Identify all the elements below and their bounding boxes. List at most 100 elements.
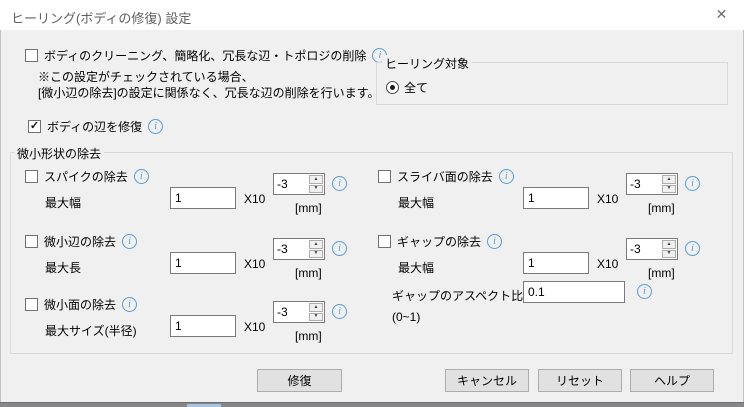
mm-label: [mm] — [295, 201, 322, 215]
x10-label: X10 — [244, 320, 265, 334]
gap-aspect-range-label: (0~1) — [392, 310, 420, 324]
title-bar: ヒーリング(ボディの修復) 設定 ✕ — [0, 0, 744, 30]
sliver-face-max-width-input[interactable] — [523, 187, 589, 209]
micro-face-checkbox-row: 微小面の除去 i — [25, 296, 137, 313]
micro-edge-checkbox-row: 微小辺の除去 i — [25, 233, 137, 250]
spinner-buttons: ▲ ▼ — [661, 174, 677, 194]
healing-target-all-row: 全て — [386, 79, 428, 96]
param-block-micro-edge: 微小辺の除去 i 最大長 X10 ▲ ▼ i [mm] — [25, 233, 355, 281]
sliver-face-exponent-spinner: ▲ ▼ — [626, 173, 678, 195]
micro-edge-exponent-input[interactable] — [274, 239, 308, 259]
micro-edge-checkbox[interactable] — [25, 235, 38, 248]
background-window-edge — [0, 402, 744, 407]
spin-up-button[interactable]: ▲ — [309, 303, 323, 312]
cleaning-checkbox[interactable] — [25, 49, 38, 62]
close-button[interactable]: ✕ — [699, 0, 744, 29]
info-icon[interactable]: i — [637, 284, 652, 299]
spike-max-width-input[interactable] — [170, 187, 236, 209]
param-block-gap: ギャップの除去 i 最大幅 X10 ▲ ▼ i [mm] — [378, 233, 708, 281]
cancel-button[interactable]: キャンセル — [445, 369, 529, 392]
close-icon: ✕ — [716, 6, 728, 23]
micro-face-max-size-input[interactable] — [170, 315, 236, 337]
micro-shape-group-title: 微小形状の除去 — [14, 145, 104, 162]
healing-target-group-title: ヒーリング対象 — [382, 55, 472, 72]
repair-edges-checkbox-row: ✓ ボディの辺を修復 i — [28, 118, 163, 135]
info-icon[interactable]: i — [148, 119, 163, 134]
spin-down-button[interactable]: ▼ — [309, 185, 323, 194]
radio-all[interactable] — [386, 81, 399, 94]
x10-label: X10 — [244, 192, 265, 206]
info-icon[interactable]: i — [332, 304, 347, 319]
spinner-buttons: ▲ ▼ — [308, 239, 324, 259]
spike-checkbox-label: スパイクの除去 — [44, 168, 128, 185]
gap-checkbox[interactable] — [378, 235, 391, 248]
radio-all-label: 全て — [404, 79, 428, 96]
repair-edges-checkbox[interactable]: ✓ — [28, 120, 41, 133]
spinner-buttons: ▲ ▼ — [661, 239, 677, 259]
spike-exponent-spinner: ▲ ▼ — [273, 173, 325, 195]
gap-checkbox-row: ギャップの除去 i — [378, 233, 502, 250]
info-icon[interactable]: i — [499, 169, 514, 184]
spin-up-button[interactable]: ▲ — [309, 240, 323, 249]
micro-face-checkbox[interactable] — [25, 298, 38, 311]
gap-exponent-spinner: ▲ ▼ — [626, 238, 678, 260]
help-button[interactable]: ヘルプ — [630, 369, 714, 392]
radio-dot — [390, 85, 395, 90]
mm-label: [mm] — [295, 329, 322, 343]
micro-edge-exponent-spinner: ▲ ▼ — [273, 238, 325, 260]
spike-exponent-input[interactable] — [274, 174, 308, 194]
spin-down-button[interactable]: ▼ — [309, 313, 323, 322]
spinner-buttons: ▲ ▼ — [308, 302, 324, 322]
x10-label: X10 — [597, 192, 618, 206]
spinner-buttons: ▲ ▼ — [308, 174, 324, 194]
x10-label: X10 — [244, 257, 265, 271]
micro-edge-param-label: 最大長 — [45, 259, 81, 276]
param-block-micro-face: 微小面の除去 i 最大サイズ(半径) X10 ▲ ▼ i [mm] — [25, 296, 355, 344]
sliver-face-checkbox[interactable] — [378, 170, 391, 183]
dialog-title: ヒーリング(ボディの修復) 設定 — [11, 8, 191, 27]
cleaning-checkbox-row: ボディのクリーニング、簡略化、冗長な辺・トポロジの削除 i — [25, 47, 387, 64]
micro-face-checkbox-label: 微小面の除去 — [44, 296, 116, 313]
info-icon[interactable]: i — [332, 176, 347, 191]
cleaning-checkbox-label: ボディのクリーニング、簡略化、冗長な辺・トポロジの削除 — [44, 47, 366, 64]
spin-down-button[interactable]: ▼ — [309, 250, 323, 259]
cleaning-note-line1: ※この設定がチェックされている場合、 — [38, 68, 254, 85]
param-block-spike: スパイクの除去 i 最大幅 X10 ▲ ▼ i [mm] — [25, 168, 355, 216]
repair-edges-label: ボディの辺を修復 — [47, 118, 142, 135]
check-icon: ✓ — [30, 121, 39, 132]
info-icon[interactable]: i — [487, 234, 502, 249]
sliver-face-exponent-input[interactable] — [627, 174, 661, 194]
spin-down-button[interactable]: ▼ — [662, 250, 676, 259]
gap-max-width-input[interactable] — [523, 252, 589, 274]
reset-button[interactable]: リセット — [538, 369, 622, 392]
spin-down-button[interactable]: ▼ — [662, 185, 676, 194]
info-icon[interactable]: i — [122, 234, 137, 249]
info-icon[interactable]: i — [685, 241, 700, 256]
micro-edge-max-length-input[interactable] — [170, 252, 236, 274]
cleaning-note-line2: [微小辺の除去]の設定に関係なく、冗長な辺の削除を行います。 — [38, 84, 379, 101]
healing-settings-dialog: ヒーリング(ボディの修復) 設定 ✕ ボディのクリーニング、簡略化、冗長な辺・ト… — [0, 0, 744, 407]
gap-aspect-label: ギャップのアスペクト比 — [392, 287, 523, 304]
info-icon[interactable]: i — [134, 169, 149, 184]
sliver-face-checkbox-row: スライバ面の除去 i — [378, 168, 514, 185]
spike-checkbox[interactable] — [25, 170, 38, 183]
info-icon[interactable]: i — [332, 241, 347, 256]
spin-up-button[interactable]: ▲ — [662, 175, 676, 184]
micro-face-exponent-input[interactable] — [274, 302, 308, 322]
gap-exponent-input[interactable] — [627, 239, 661, 259]
x10-label: X10 — [597, 257, 618, 271]
mm-label: [mm] — [295, 266, 322, 280]
sliver-face-checkbox-label: スライバ面の除去 — [397, 168, 493, 185]
mm-label: [mm] — [648, 266, 675, 280]
info-icon[interactable]: i — [685, 176, 700, 191]
spin-up-button[interactable]: ▲ — [662, 240, 676, 249]
sliver-face-param-label: 最大幅 — [398, 194, 434, 211]
spin-up-button[interactable]: ▲ — [309, 175, 323, 184]
info-icon[interactable]: i — [122, 297, 137, 312]
spike-param-label: 最大幅 — [45, 194, 81, 211]
param-block-sliver-face: スライバ面の除去 i 最大幅 X10 ▲ ▼ i [mm] — [378, 168, 708, 216]
repair-button[interactable]: 修復 — [257, 369, 342, 392]
micro-face-param-label: 最大サイズ(半径) — [45, 322, 137, 339]
gap-aspect-input[interactable] — [523, 281, 625, 303]
mm-label: [mm] — [648, 201, 675, 215]
